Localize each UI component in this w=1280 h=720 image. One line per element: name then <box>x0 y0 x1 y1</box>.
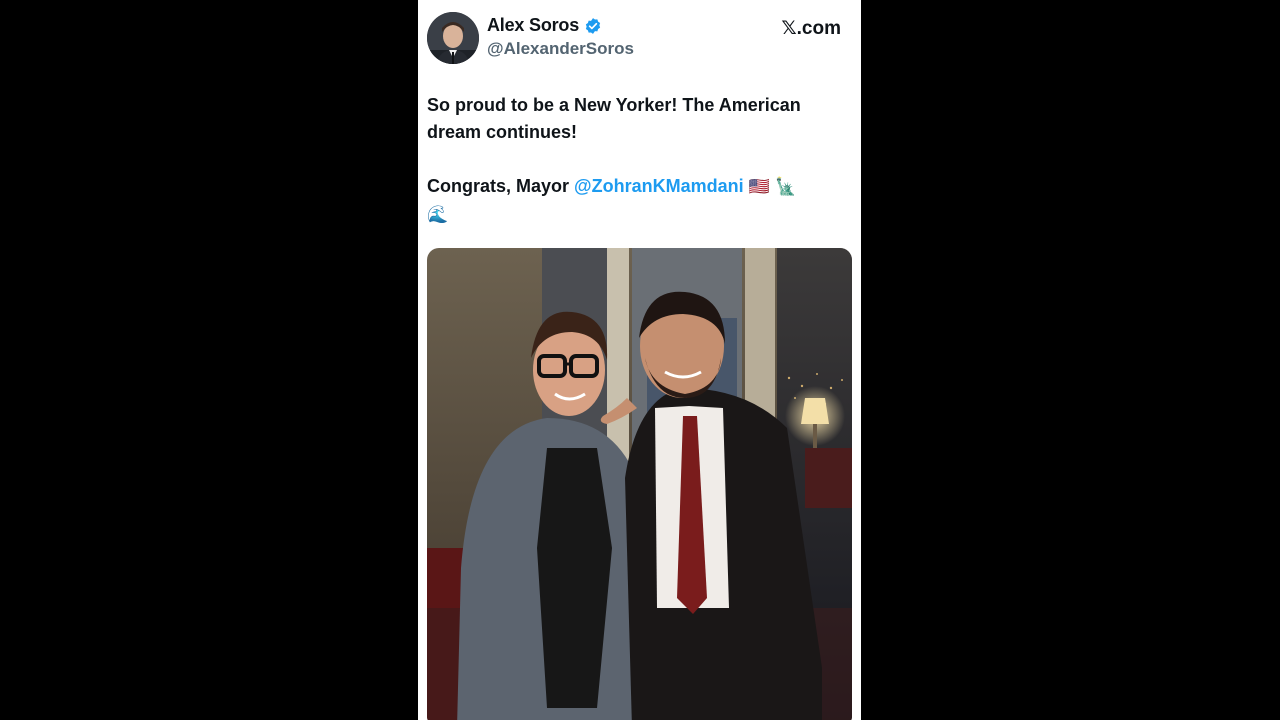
photo-icon <box>427 248 852 720</box>
post-photo[interactable] <box>427 248 852 720</box>
mention-link[interactable]: @ZohranKMamdani <box>574 176 744 196</box>
author-handle[interactable]: @AlexanderSoros <box>487 39 634 59</box>
avatar-image <box>427 12 479 64</box>
x-logo: 𝕏.com <box>781 17 841 40</box>
author-name: Alex Soros <box>487 15 580 35</box>
post-text-congrats: Congrats, Mayor @ZohranKMamdani 🇺🇸 🗽 <box>427 173 852 201</box>
wave-emoji: 🌊 <box>427 205 449 225</box>
video-frame: Alex Soros @AlexanderSoros 𝕏.com So prou… <box>0 0 1280 720</box>
flag-statue-emoji: 🇺🇸 🗽 <box>748 177 797 197</box>
post-card: Alex Soros @AlexanderSoros 𝕏.com So prou… <box>418 0 861 720</box>
author-display-name[interactable]: Alex Soros <box>487 15 602 36</box>
verified-badge-icon <box>585 17 601 34</box>
post-text: So proud to be a New Yorker! The America… <box>427 92 852 229</box>
avatar[interactable] <box>427 12 479 64</box>
congrats-prefix: Congrats, Mayor <box>427 176 575 196</box>
post-text-wave: 🌊 <box>427 201 852 229</box>
post-text-line: So proud to be a New Yorker! The America… <box>427 95 801 142</box>
brand-label: 𝕏.com <box>781 18 841 39</box>
